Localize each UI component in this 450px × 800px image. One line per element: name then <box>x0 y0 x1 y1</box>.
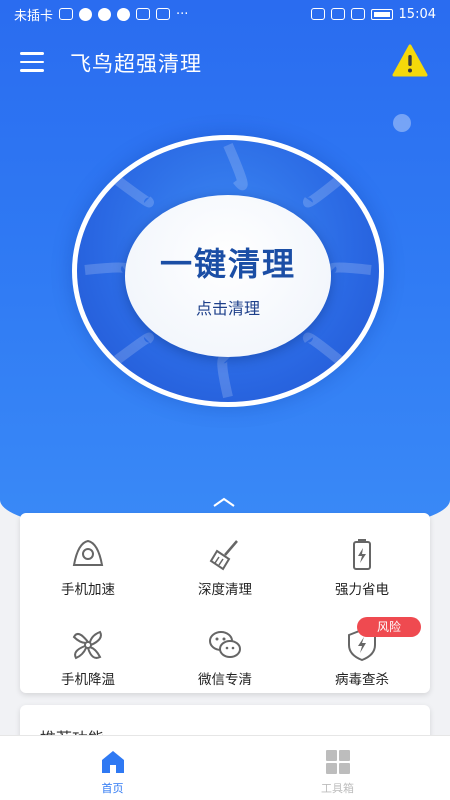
tool-label: 病毒查杀 <box>335 672 389 688</box>
tool-phone-boost[interactable]: 手机加速 <box>20 523 156 603</box>
tab-home-label: 首页 <box>101 782 124 795</box>
clock: 15:04 <box>398 6 436 22</box>
hero-banner: 未插卡 ··· 15:04 飞鸟超强清理 一键清理 点击清理 <box>0 0 450 540</box>
status-left: 未插卡 ··· <box>14 5 188 24</box>
rocket-icon <box>72 539 104 566</box>
fan-icon <box>72 630 102 660</box>
menu-icon[interactable] <box>20 52 44 72</box>
photo-notification-icon <box>156 8 171 20</box>
tab-home[interactable]: 首页 <box>0 736 225 800</box>
battery-icon <box>353 539 371 570</box>
tool-wechat-clean[interactable]: 微信专清 <box>157 613 293 693</box>
broom-icon <box>209 540 238 571</box>
decor-bubble <box>393 114 411 132</box>
bluetooth-icon <box>330 8 345 20</box>
usb-icon <box>117 7 131 21</box>
app-title: 飞鸟超强清理 <box>70 52 202 76</box>
tool-phone-cooling[interactable]: 手机降温 <box>20 613 156 693</box>
grid-icon <box>325 750 350 774</box>
status-right: 15:04 <box>310 6 436 22</box>
app-bar: 飞鸟超强清理 <box>0 40 450 84</box>
tool-deep-clean[interactable]: 深度清理 <box>157 523 293 603</box>
one-key-clean-label: 一键清理 <box>159 245 296 283</box>
tool-power-saving[interactable]: 强力省电 <box>294 523 430 603</box>
tab-toolbox-label: 工具箱 <box>321 782 354 795</box>
vibrate-icon <box>350 8 365 20</box>
wechat-icon <box>209 631 241 658</box>
tap-to-clean-label: 点击清理 <box>195 299 260 318</box>
risk-badge: 风险 <box>357 617 421 637</box>
app-notification-icon <box>136 8 151 20</box>
chevron-up-icon[interactable] <box>212 493 236 507</box>
battery-status-icon <box>370 8 393 20</box>
bottom-nav: 首页 工具箱 <box>0 735 450 800</box>
one-key-clean-button[interactable]: 一键清理 点击清理 <box>72 135 384 407</box>
wifi-icon <box>79 7 93 21</box>
tool-label: 手机降温 <box>61 672 115 688</box>
tool-label: 深度清理 <box>198 582 252 598</box>
carrier-text: 未插卡 <box>14 8 54 24</box>
cloud-icon <box>98 7 112 21</box>
tool-label: 微信专清 <box>198 672 252 688</box>
status-bar: 未插卡 ··· 15:04 <box>0 0 450 28</box>
warning-icon[interactable] <box>392 44 428 78</box>
tool-label: 手机加速 <box>61 582 115 598</box>
more-notifications: ··· <box>176 6 189 22</box>
tools-grid-card: 手机加速 深度清理 强力省电 手机降温 微信专清 病毒查杀 <box>20 513 430 693</box>
tool-label: 强力省电 <box>335 582 389 598</box>
tab-toolbox[interactable]: 工具箱 <box>225 736 450 800</box>
clean-center-disc[interactable]: 一键清理 点击清理 <box>125 195 331 357</box>
home-icon <box>101 751 124 773</box>
sim-icon <box>59 8 74 20</box>
nfc-icon <box>310 8 325 20</box>
